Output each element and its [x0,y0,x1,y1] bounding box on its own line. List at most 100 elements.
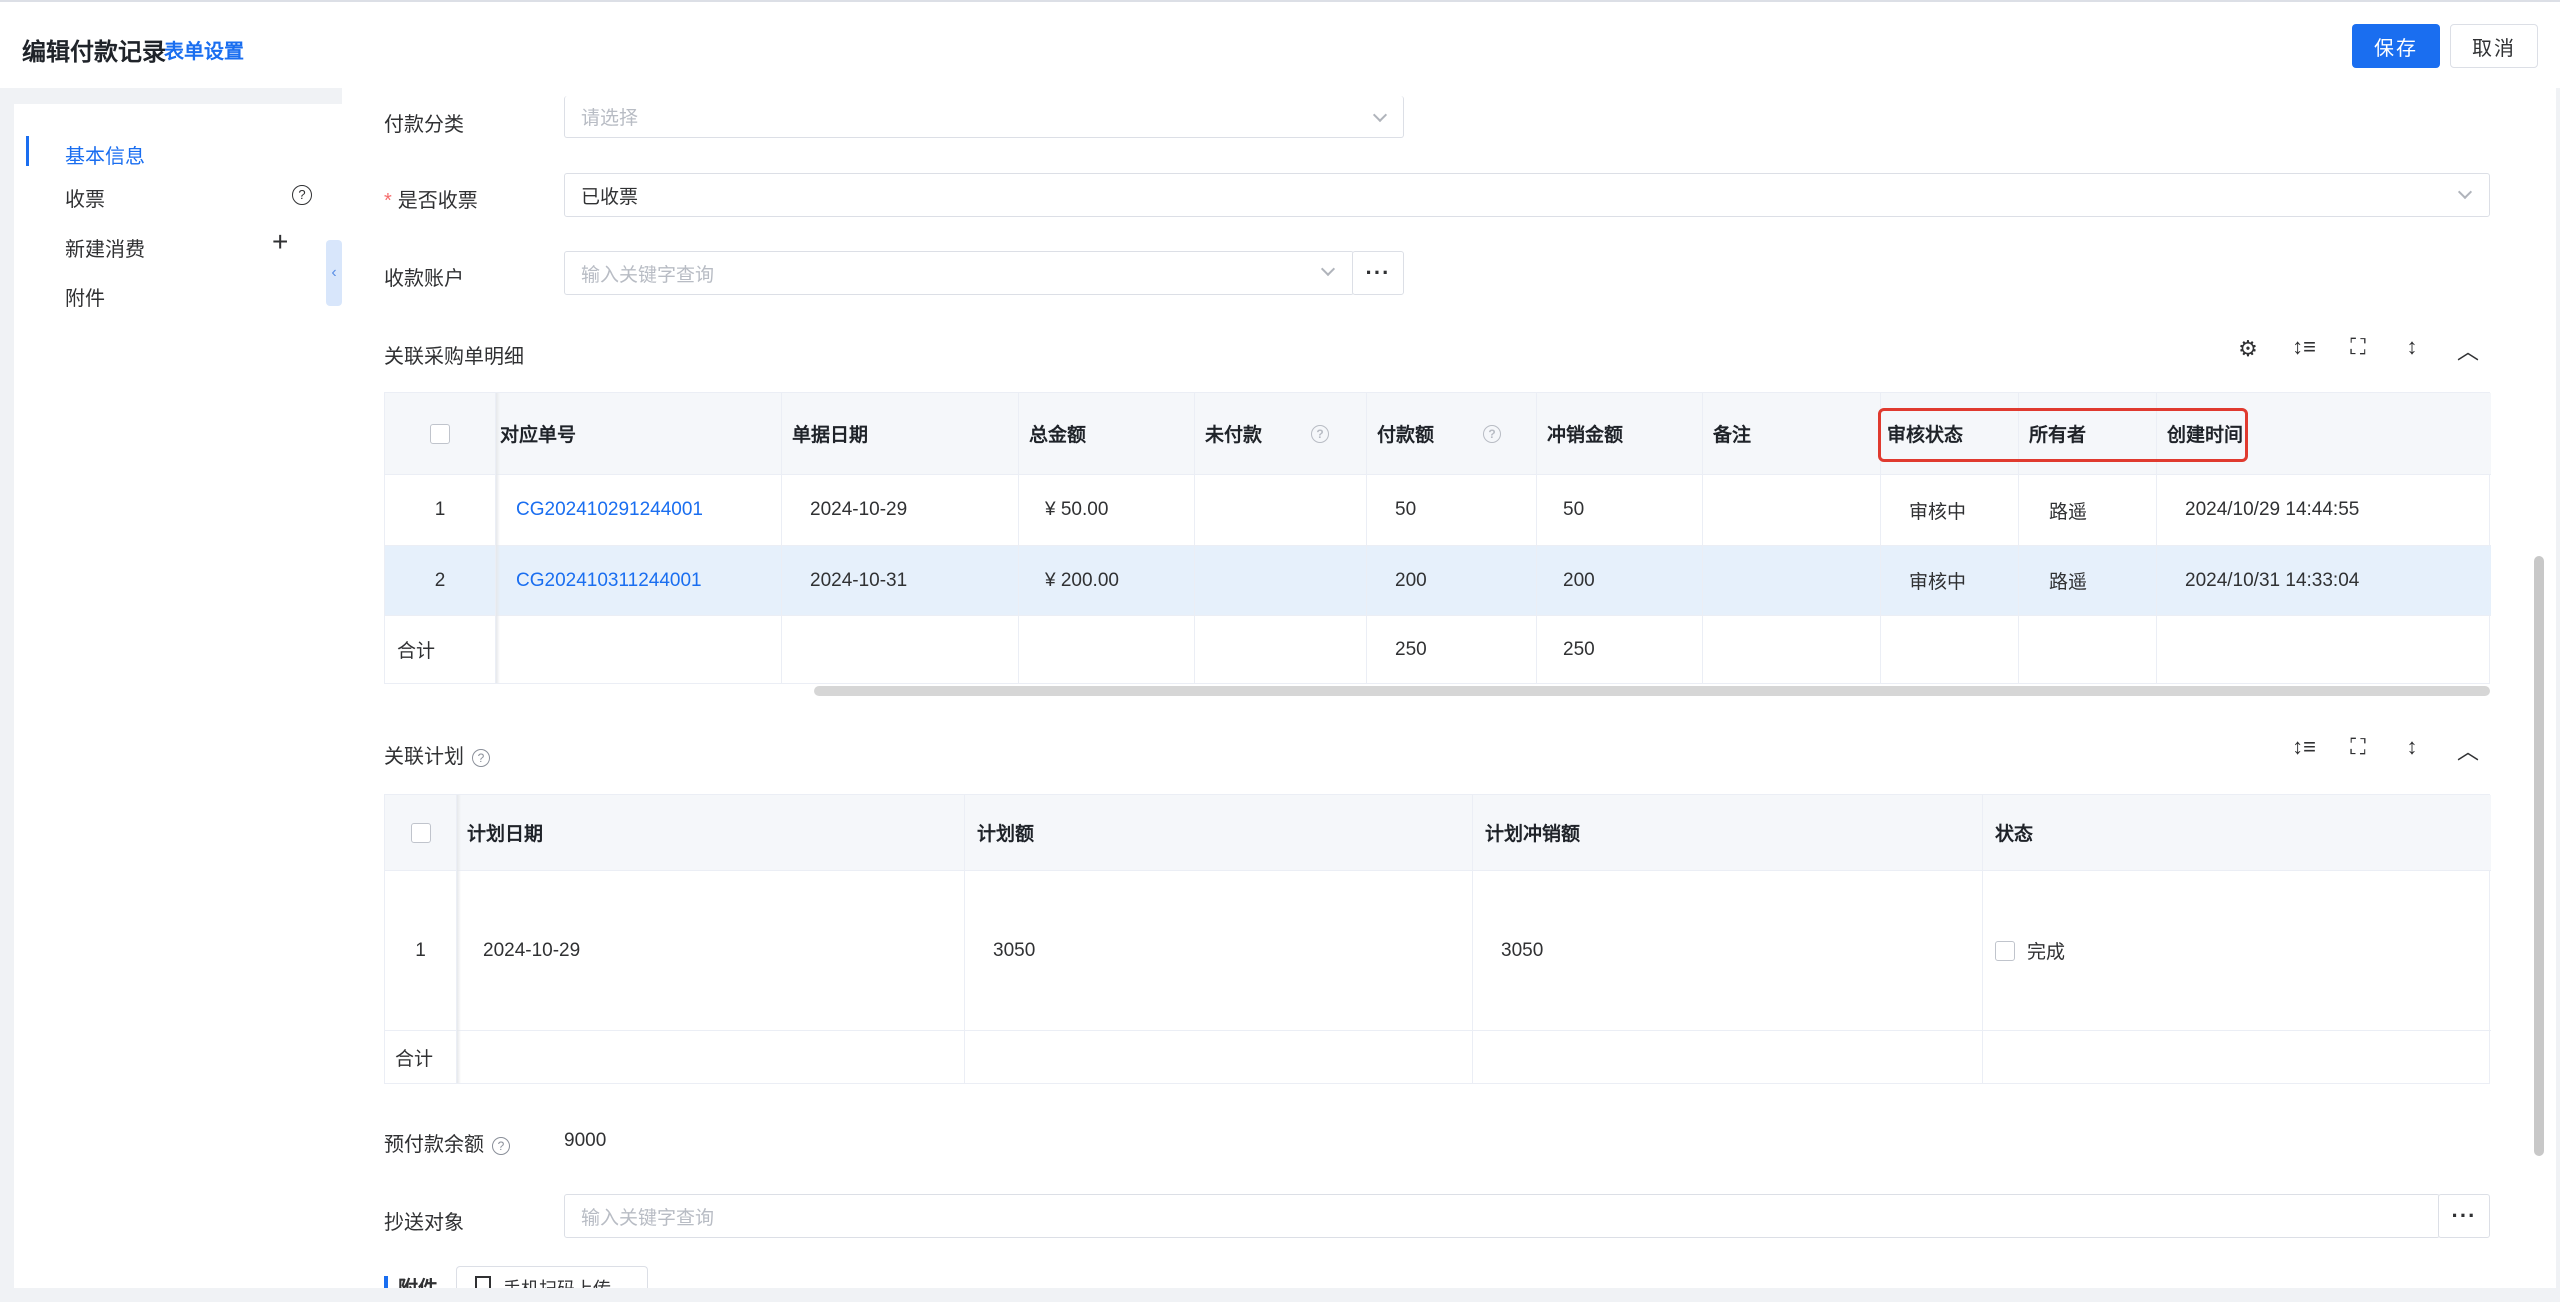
col-payment: 付款额? [1367,393,1537,474]
owner: 路遥 [2019,475,2157,545]
row-height-icon[interactable]: ↕≡ [2290,734,2318,760]
required-asterisk: * [384,190,392,212]
select-all-checkbox[interactable] [430,423,450,444]
fullscreen-icon[interactable]: ⛶ [2344,334,2372,360]
col-payment-label: 付款额 [1377,425,1435,446]
nav-item-attachments[interactable]: 附件 [65,282,105,311]
col-plan-amount: 计划额 [965,795,1473,870]
col-offset: 冲销金额 [1537,393,1703,474]
plan-amount[interactable]: 3050 [965,871,1473,1030]
select-all-checkbox-cell[interactable] [385,393,496,474]
table-row[interactable]: 1 CG202410291244001 2024-10-29 ¥ 50.00 5… [385,475,2491,546]
col-plan-offset: 计划冲销额 [1473,795,1983,870]
remark[interactable] [1703,475,1881,545]
cancel-button[interactable]: 取消 [2450,24,2538,68]
plan-date[interactable]: 2024-10-29 [457,871,965,1030]
chevron-up-icon[interactable]: ︿ [2454,334,2482,366]
highlight-annotation-box [1878,408,2248,462]
form-settings-link[interactable]: 表单设置 [164,35,244,64]
offset-amount[interactable]: 200 [1537,546,1703,615]
review-status: 审核中 [1881,475,2019,545]
col-unpaid-label: 未付款 [1205,425,1263,446]
payment-amount[interactable]: 50 [1367,475,1537,545]
help-icon[interactable]: ? [1311,424,1329,443]
unpaid-amount [1195,546,1367,615]
owner: 路遥 [2019,546,2157,615]
total-empty [457,1031,965,1083]
expand-vertical-icon[interactable]: ↕ [2398,734,2426,760]
top-header: 编辑付款记录 表单设置 保存 取消 [0,0,2560,88]
unpaid-amount [1195,475,1367,545]
expand-vertical-icon[interactable]: ↕ [2398,334,2426,360]
nav-item-basic-info[interactable]: 基本信息 [65,140,145,169]
prepaid-balance-label-text: 预付款余额 [384,1134,484,1156]
prepaid-balance-label: 预付款余额? [384,1128,510,1157]
help-icon[interactable]: ? [1483,424,1501,443]
sticky-column-shadow [457,795,461,1083]
plan-status-cell[interactable]: 完成 [1983,871,2491,1030]
col-total: 总金额 [1019,393,1195,474]
doc-date: 2024-10-31 [782,546,1019,615]
select-all-checkbox[interactable] [410,822,431,843]
receiving-account-more-button[interactable]: ··· [1352,251,1404,295]
doc-date: 2024-10-29 [782,475,1019,545]
attachments-section-title: 附件 [398,1272,438,1288]
total-empty [1019,616,1195,683]
mobile-upload-button[interactable]: 手机扫码上传 [456,1266,648,1288]
plan-offset[interactable]: 3050 [1473,871,1983,1030]
plus-icon[interactable]: + [272,226,288,258]
vertical-scrollbar-thumb[interactable] [2534,556,2544,1156]
help-icon[interactable]: ? [492,1136,510,1155]
help-icon[interactable]: ? [472,748,490,767]
fullscreen-icon[interactable]: ⛶ [2344,734,2372,760]
offset-amount[interactable]: 50 [1537,475,1703,545]
save-button[interactable]: 保存 [2352,24,2440,68]
gear-icon[interactable]: ⚙ [2234,336,2262,362]
col-plan-date: 计划日期 [457,795,965,870]
plan-table-header: 计划日期 计划额 计划冲销额 状态 [385,795,2491,871]
total-empty [782,616,1019,683]
select-all-checkbox-cell[interactable] [385,795,457,870]
table-row[interactable]: 1 2024-10-29 3050 3050 完成 [385,871,2491,1031]
horizontal-scrollbar[interactable] [814,686,2490,696]
total-amount: ¥ 200.00 [1019,546,1195,615]
total-empty [1703,616,1881,683]
remark[interactable] [1703,546,1881,615]
col-unpaid: 未付款? [1195,393,1367,474]
receiving-account-input[interactable]: 输入关键字查询 [564,251,1354,295]
help-icon[interactable]: ? [292,182,312,205]
collapse-nav-handle[interactable]: ‹ [326,240,342,306]
qr-code-icon [475,1276,491,1288]
total-empty [965,1031,1473,1083]
invoice-received-label-text: 是否收票 [397,190,478,212]
created-time: 2024/10/29 14:44:55 [2185,499,2360,520]
total-label: 合计 [385,616,496,683]
total-empty [1983,1031,2491,1083]
complete-checkbox[interactable] [1995,940,2015,961]
chevron-up-icon[interactable]: ︿ [2454,734,2482,766]
total-label: 合计 [385,1031,457,1083]
payment-amount[interactable]: 200 [1367,546,1537,615]
row-height-icon[interactable]: ↕≡ [2290,334,2318,360]
order-no-link[interactable]: CG202410311244001 [496,546,782,615]
order-no-link[interactable]: CG202410291244001 [496,475,782,545]
created-time: 2024/10/31 14:33:04 [2185,569,2360,591]
nav-item-invoice[interactable]: 收票 [65,183,105,212]
total-offset: 250 [1537,616,1703,683]
col-order-no: 对应单号 [496,393,782,474]
total-empty [1195,616,1367,683]
cc-input[interactable]: 输入关键字查询 [564,1194,2440,1238]
page-title: 编辑付款记录 [22,39,166,66]
payment-category-select[interactable]: 请选择 [564,96,1404,138]
nav-item-new-expense[interactable]: 新建消费 [65,233,145,262]
invoice-received-label: * 是否收票 [384,184,478,213]
cc-more-button[interactable]: ··· [2438,1194,2490,1238]
row-index: 1 [385,871,457,1030]
cc-label: 抄送对象 [384,1212,464,1234]
invoice-received-select[interactable]: 已收票 [564,173,2490,217]
table-row[interactable]: 2 CG202410311244001 2024-10-31 ¥ 200.00 … [385,546,2491,616]
receiving-account-label: 收款账户 [384,268,464,290]
plan-table: 计划日期 计划额 计划冲销额 状态 1 2024-10-29 3050 3050… [384,794,2491,1084]
total-empty [1881,616,2019,683]
row-index: 2 [385,546,496,615]
